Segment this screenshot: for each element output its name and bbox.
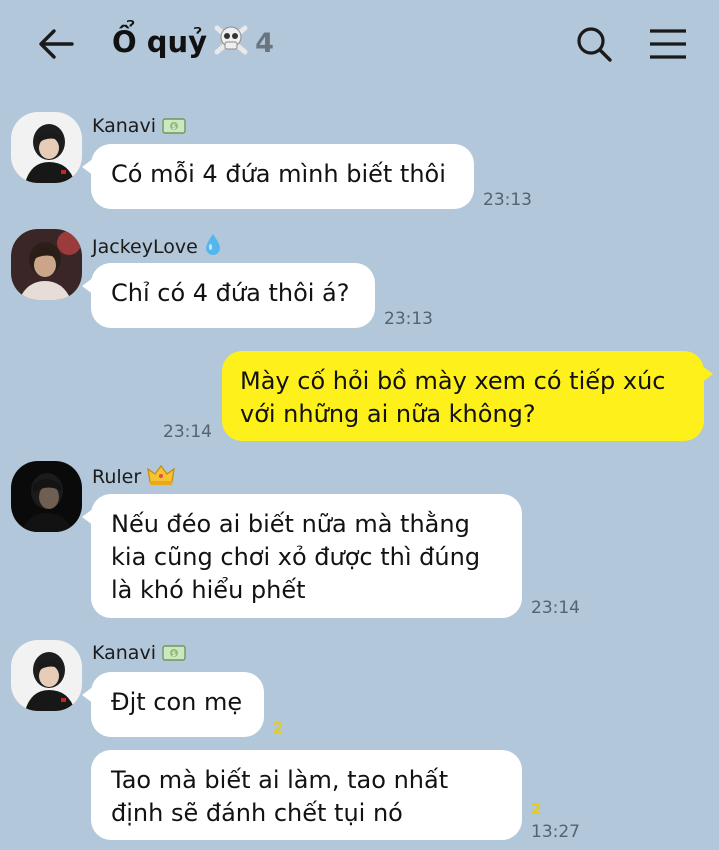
menu-icon <box>650 29 686 59</box>
message-text: Có mỗi 4 đứa mình biết thôi <box>111 160 446 188</box>
sender-name: Kanavi $ <box>92 115 186 140</box>
message-text: Chỉ có 4 đứa thôi á? <box>111 279 350 307</box>
message-text: Mày cố hỏi bồ mày xem có tiếp xúc <box>240 367 666 395</box>
my-message-bubble[interactable]: Mày cố hỏi bồ mày xem có tiếp xúc với nh… <box>222 351 713 441</box>
message-bubble[interactable]: Có mỗi 4 đứa mình biết thôi <box>82 144 474 209</box>
avatar-ruler[interactable] <box>11 461 82 532</box>
message-text: là khó hiểu phết <box>111 576 306 604</box>
chat-title-text: Ổ quỷ <box>112 25 208 59</box>
avatar-kanavi[interactable] <box>11 112 82 183</box>
avatar-kanavi[interactable] <box>11 640 82 711</box>
droplet-icon <box>204 232 222 261</box>
chat-title[interactable]: Ổ quỷ 4 <box>112 24 274 63</box>
message-text: định sẽ đánh chết tụi nó <box>111 799 403 827</box>
message-bubble[interactable]: Đjt con mẹ <box>82 672 264 737</box>
message-time: 23:13 <box>384 309 433 329</box>
message-text: Đjt con mẹ <box>111 688 243 716</box>
money-icon: $ <box>162 644 186 667</box>
sender-name-text: Kanavi <box>92 115 156 137</box>
message-bubble[interactable]: Tao mà biết ai làm, tao nhất định sẽ đán… <box>91 750 522 840</box>
svg-text:$: $ <box>172 123 176 131</box>
sender-name-text: Kanavi <box>92 642 156 664</box>
sender-name: Kanavi $ <box>92 642 186 667</box>
sender-name-text: Ruler <box>92 466 142 488</box>
back-arrow-icon <box>39 29 74 59</box>
skull-icon <box>213 24 249 63</box>
search-icon <box>577 27 612 62</box>
message-time: 23:14 <box>531 598 580 618</box>
svg-text:$: $ <box>172 650 176 658</box>
search-button[interactable] <box>574 24 614 64</box>
sender-name: JackeyLove <box>92 232 222 261</box>
message-time: 23:13 <box>483 190 532 210</box>
message-text: Nếu đéo ai biết nữa mà thằng <box>111 510 470 538</box>
message-time: 13:27 <box>531 822 580 842</box>
message-bubble[interactable]: Nếu đéo ai biết nữa mà thằng kia cũng ch… <box>82 494 522 618</box>
menu-button[interactable] <box>648 26 688 62</box>
unread-count: 2 <box>531 800 542 818</box>
member-count: 4 <box>255 28 274 59</box>
message-text: với những ai nữa không? <box>240 400 536 428</box>
message-text: Tao mà biết ai làm, tao nhất <box>111 766 449 794</box>
avatar-jackeylove[interactable] <box>11 229 82 300</box>
chat-header: Ổ quỷ 4 <box>0 0 719 88</box>
sender-name-text: JackeyLove <box>92 236 198 258</box>
sender-name: Ruler <box>92 464 175 491</box>
crown-icon <box>147 464 175 491</box>
message-bubble[interactable]: Chỉ có 4 đứa thôi á? <box>82 263 375 328</box>
message-time: 23:14 <box>163 422 212 442</box>
back-button[interactable] <box>34 22 78 66</box>
unread-count: 2 <box>273 719 284 737</box>
message-text: kia cũng chơi xỏ được thì đúng <box>111 543 481 571</box>
money-icon: $ <box>162 117 186 140</box>
